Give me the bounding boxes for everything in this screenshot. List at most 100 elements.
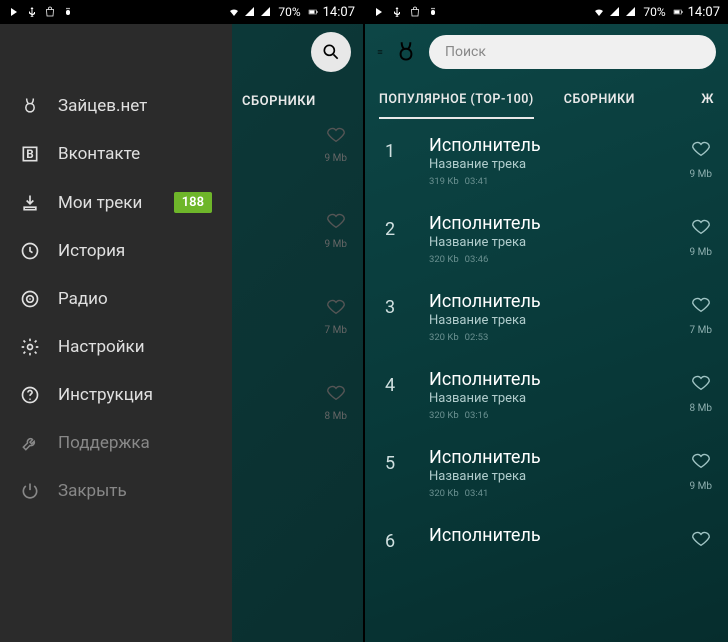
signal-icon	[244, 6, 256, 18]
favorite-button[interactable]	[690, 215, 712, 237]
track-meta: 319 Kb03:41	[429, 176, 690, 187]
help-icon	[20, 385, 40, 405]
tab-genres-cropped[interactable]: Ж	[701, 92, 714, 119]
track-title: Название трека	[429, 157, 690, 172]
wifi-icon	[228, 6, 240, 18]
search-icon	[321, 42, 341, 62]
nosim-icon	[625, 6, 637, 18]
notif-play-icon	[373, 6, 385, 18]
track-row[interactable]: 4 Исполнитель Название трека 320 Kb03:16…	[365, 357, 728, 435]
drawer-label: История	[58, 241, 125, 261]
drawer-item-clock[interactable]: История	[0, 227, 232, 275]
badge-count: 188	[174, 192, 212, 213]
battery-percent: 70%	[643, 5, 665, 19]
favorite-button[interactable]	[690, 293, 712, 315]
bag-icon	[409, 6, 421, 18]
drawer-label: Настройки	[58, 337, 145, 357]
track-row[interactable]: 6 Исполнитель	[365, 513, 728, 575]
download-icon	[20, 193, 40, 213]
track-size: 7 Mb	[690, 325, 712, 336]
track-size: 9 Mb	[690, 481, 712, 492]
drawer-item-gear[interactable]: Настройки	[0, 323, 232, 371]
track-artist: Исполнитель	[429, 525, 690, 546]
power-icon	[20, 481, 40, 501]
gear-icon	[20, 337, 40, 357]
search-placeholder: Поиск	[445, 44, 486, 60]
track-size: 9 Mb	[690, 169, 712, 180]
drawer-label: Зайцев.нет	[58, 96, 147, 116]
screen-tracklist: 70% 14:07 Поиск ПОПУЛЯРНОЕ (TOP-100) СБО…	[365, 0, 728, 642]
favorite-button[interactable]	[690, 371, 712, 393]
drawer-item-vk[interactable]: Вконтакте	[0, 130, 232, 178]
wifi-icon	[593, 6, 605, 18]
status-bar: 70% 14:07	[365, 0, 728, 24]
screen-drawer: 70% 14:07 СБОРНИКИ Ж 9 Mb 9 Mb 7 Mb 8 Mb	[0, 0, 363, 642]
track-row[interactable]: 3 Исполнитель Название трека 320 Kb02:53…	[365, 279, 728, 357]
battery-percent: 70%	[278, 5, 300, 19]
track-number: 6	[385, 525, 415, 552]
track-size: 9 Mb	[325, 153, 347, 164]
notif-play-icon	[8, 6, 20, 18]
clock-icon	[20, 241, 40, 261]
status-time: 14:07	[323, 5, 355, 20]
drawer-item-target[interactable]: Радио	[0, 275, 232, 323]
favorite-button[interactable]	[690, 527, 712, 549]
drawer-item-wrench[interactable]: Поддержка	[0, 419, 232, 467]
tab-collections-cropped[interactable]: СБОРНИКИ	[232, 94, 316, 109]
navigation-drawer: Зайцев.нет Вконтакте Мои треки 188 Истор…	[0, 24, 232, 642]
track-number: 4	[385, 369, 415, 396]
drawer-item-download[interactable]: Мои треки 188	[0, 178, 232, 227]
favorite-button[interactable]	[325, 123, 347, 145]
favorite-button[interactable]	[690, 137, 712, 159]
track-size: 8 Mb	[690, 403, 712, 414]
track-row[interactable]: 1 Исполнитель Название трека 319 Kb03:41…	[365, 123, 728, 201]
search-input[interactable]: Поиск	[429, 35, 716, 69]
track-size: 9 Mb	[690, 247, 712, 258]
favorite-button[interactable]	[690, 449, 712, 471]
status-time: 14:07	[688, 5, 720, 20]
status-bar: 70% 14:07	[0, 0, 363, 24]
track-artist: Исполнитель	[429, 369, 690, 390]
battery-icon	[307, 6, 319, 18]
track-meta: 320 Kb03:41	[429, 488, 690, 499]
track-meta	[429, 550, 690, 561]
target-icon	[20, 289, 40, 309]
track-row[interactable]: 2 Исполнитель Название трека 320 Kb03:46…	[365, 201, 728, 279]
drawer-item-rabbit[interactable]: Зайцев.нет	[0, 82, 232, 130]
track-size: 9 Mb	[325, 239, 347, 250]
track-number: 1	[385, 135, 415, 162]
track-meta: 320 Kb03:16	[429, 410, 690, 421]
drawer-item-power[interactable]: Закрыть	[0, 467, 232, 515]
favorite-button[interactable]	[325, 295, 347, 317]
debug-icon	[427, 6, 439, 18]
favorite-button[interactable]	[325, 209, 347, 231]
drawer-label: Закрыть	[58, 481, 127, 501]
track-size: 8 Mb	[325, 411, 347, 422]
favorite-button[interactable]	[325, 381, 347, 403]
wrench-icon	[20, 433, 40, 453]
search-button[interactable]	[311, 32, 351, 72]
tab-popular[interactable]: ПОПУЛЯРНОЕ (TOP-100)	[379, 92, 534, 119]
track-size: 7 Mb	[325, 325, 347, 336]
usb-icon	[391, 6, 403, 18]
drawer-label: Вконтакте	[58, 144, 140, 164]
drawer-item-help[interactable]: Инструкция	[0, 371, 232, 419]
drawer-label: Инструкция	[58, 385, 153, 405]
track-artist: Исполнитель	[429, 135, 690, 156]
track-artist: Исполнитель	[429, 447, 690, 468]
track-row[interactable]: 5 Исполнитель Название трека 320 Kb03:41…	[365, 435, 728, 513]
track-artist: Исполнитель	[429, 291, 690, 312]
tab-collections[interactable]: СБОРНИКИ	[564, 92, 635, 119]
track-title: Название трека	[429, 469, 690, 484]
bag-icon	[44, 6, 56, 18]
rabbit-icon	[20, 96, 40, 116]
track-number: 5	[385, 447, 415, 474]
track-title: Название трека	[429, 391, 690, 406]
debug-icon	[62, 6, 74, 18]
track-title: Название трека	[429, 235, 690, 250]
track-meta: 320 Kb02:53	[429, 332, 690, 343]
track-number: 3	[385, 291, 415, 318]
menu-button[interactable]	[377, 40, 383, 64]
track-artist: Исполнитель	[429, 213, 690, 234]
drawer-label: Радио	[58, 289, 108, 309]
